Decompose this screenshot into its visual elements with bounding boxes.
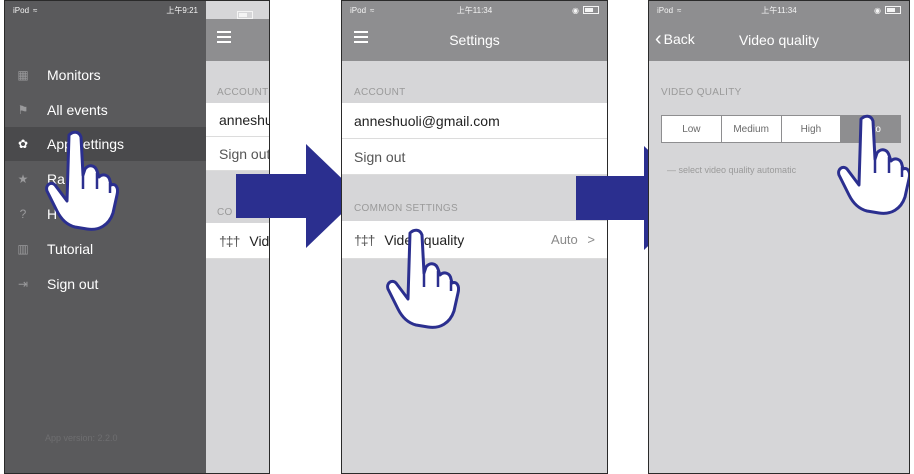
phone-screen-settings: iPod ≈ 上午11:34 ◉ Settings ACCOUNT anneshu… bbox=[341, 0, 608, 474]
gear-icon: ✿ bbox=[17, 137, 29, 151]
pointing-hand-icon bbox=[45, 130, 119, 231]
sign-out-cell[interactable]: Sign out bbox=[342, 139, 607, 175]
menu-item-tutorial[interactable]: ▥ Tutorial bbox=[5, 232, 206, 266]
nav-title: Video quality bbox=[739, 32, 819, 48]
menu-item-sign-out[interactable]: ⇥ Sign out bbox=[5, 267, 206, 301]
battery-icon bbox=[237, 6, 253, 24]
status-time: 上午11:34 bbox=[456, 5, 493, 15]
carrier-label: iPod bbox=[13, 5, 30, 15]
hint-text: — select video quality automatic bbox=[667, 165, 797, 175]
wifi-icon: ≈ bbox=[33, 5, 38, 15]
nav-bar: Settings bbox=[342, 19, 607, 61]
menu-item-all-events[interactable]: ⚑ All events bbox=[5, 93, 206, 127]
sign-out-text: Sign out bbox=[354, 148, 406, 165]
menu-item-label: Sign out bbox=[47, 276, 99, 292]
email-text: anneshu bbox=[219, 111, 269, 128]
segment-high[interactable]: High bbox=[782, 116, 842, 142]
chevron-left-icon: ‹ bbox=[655, 28, 662, 50]
grid-icon: ▦ bbox=[17, 68, 29, 82]
side-menu: iPod ≈ 上午9:21 ▦ Monitors ⚑ All events ✿ A… bbox=[5, 1, 206, 473]
status-bar: iPod ≈ 上午11:34 ◉ bbox=[649, 1, 909, 19]
help-icon: ? bbox=[19, 207, 27, 221]
account-header: ACCOUNT bbox=[217, 87, 269, 98]
location-icon: ◉ bbox=[874, 5, 881, 15]
email-cell[interactable]: anneshuoli@gmail.com bbox=[342, 103, 607, 139]
pointing-hand-icon bbox=[837, 114, 909, 215]
battery-icon bbox=[583, 6, 599, 14]
nav-title: Settings bbox=[449, 32, 500, 48]
menu-item-label: All events bbox=[47, 102, 108, 118]
phone-screen-video-quality: iPod ≈ 上午11:34 ◉ ‹ Back Video quality VID… bbox=[648, 0, 910, 474]
menu-item-label: Tutorial bbox=[47, 241, 94, 257]
video-quality-cell[interactable]: †‡† Video quality Auto > bbox=[342, 221, 607, 259]
account-header: ACCOUNT bbox=[354, 87, 406, 98]
back-label: Back bbox=[663, 31, 695, 47]
hamburger-icon[interactable] bbox=[217, 31, 231, 43]
pointing-hand-icon bbox=[386, 228, 460, 329]
flag-icon: ⚑ bbox=[17, 103, 29, 117]
app-version: App version: 2.2.0 bbox=[45, 433, 118, 443]
sliders-icon: †‡† bbox=[354, 231, 375, 248]
phone-screen-menu: ACCOUNT anneshu Sign out CO †‡† Vid iPod… bbox=[4, 0, 270, 474]
carrier-label: iPod bbox=[350, 5, 367, 15]
back-button[interactable]: ‹ Back bbox=[655, 29, 695, 49]
battery-icon bbox=[885, 6, 901, 14]
email-cell[interactable]: anneshu bbox=[205, 103, 269, 137]
email-text: anneshuoli@gmail.com bbox=[354, 112, 500, 129]
hamburger-icon[interactable] bbox=[354, 31, 368, 43]
segment-medium[interactable]: Medium bbox=[722, 116, 782, 142]
book-icon: ▥ bbox=[17, 242, 29, 256]
location-icon: ◉ bbox=[572, 5, 579, 15]
status-time: 上午9:21 bbox=[166, 5, 198, 15]
star-icon: ★ bbox=[17, 172, 29, 186]
wifi-icon: ≈ bbox=[370, 5, 375, 15]
nav-bar: ‹ Back Video quality bbox=[649, 19, 909, 61]
status-bar: iPod ≈ 上午9:21 bbox=[5, 1, 206, 19]
carrier-label: iPod bbox=[657, 5, 674, 15]
sign-out-icon: ⇥ bbox=[17, 277, 29, 291]
segment-low[interactable]: Low bbox=[662, 116, 722, 142]
wifi-icon: ≈ bbox=[677, 5, 682, 15]
menu-item-monitors[interactable]: ▦ Monitors bbox=[5, 58, 206, 92]
status-time: 上午11:34 bbox=[761, 5, 797, 15]
menu-item-label: Monitors bbox=[47, 67, 101, 83]
video-quality-header: VIDEO QUALITY bbox=[661, 87, 742, 98]
status-bar: iPod ≈ 上午11:34 ◉ bbox=[342, 1, 607, 19]
video-quality-value: Auto bbox=[551, 232, 578, 247]
common-settings-header: COMMON SETTINGS bbox=[354, 203, 458, 214]
